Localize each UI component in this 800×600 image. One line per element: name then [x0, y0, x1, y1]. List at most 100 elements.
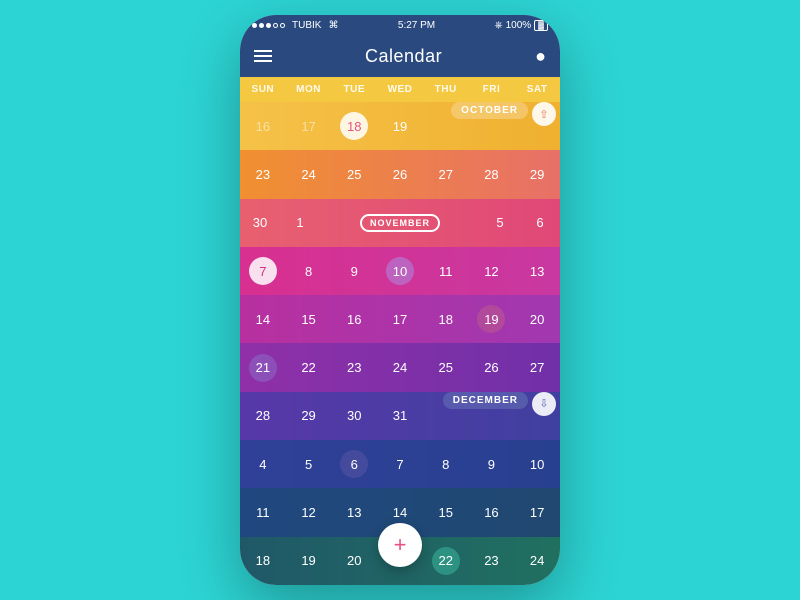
- hamburger-line-3: [254, 60, 272, 62]
- day-cell[interactable]: 14: [240, 295, 286, 343]
- day-cell[interactable]: 25: [331, 150, 377, 198]
- header-wed: WED: [377, 77, 423, 102]
- status-left: TUBIK ⌘: [252, 20, 338, 31]
- time-display: 5:27 PM: [398, 20, 435, 31]
- day-cell[interactable]: 18: [423, 295, 469, 343]
- day-cell[interactable]: 23: [331, 343, 377, 391]
- header-fri: FRI: [469, 77, 515, 102]
- day-cell[interactable]: 15: [286, 295, 332, 343]
- day-cell[interactable]: 19: [286, 537, 332, 585]
- day-cell[interactable]: 5: [480, 199, 520, 247]
- calendar-grid: 16 17 18 19 OCTOBER ⇧ 23 24 25 26 27 28 …: [240, 102, 560, 585]
- menu-button[interactable]: [254, 50, 272, 62]
- october-label: OCTOBER: [451, 102, 528, 119]
- day-cell[interactable]: 11: [240, 488, 286, 536]
- day-cell[interactable]: 7: [377, 440, 423, 488]
- day-cell[interactable]: 11: [423, 247, 469, 295]
- day-cell[interactable]: 28: [240, 392, 286, 440]
- day-cell[interactable]: 22: [286, 343, 332, 391]
- day-cell[interactable]: 20: [331, 537, 377, 585]
- day-cell[interactable]: 25: [423, 343, 469, 391]
- day-cell[interactable]: 17: [377, 295, 423, 343]
- day-cell[interactable]: 27: [423, 150, 469, 198]
- day-cell[interactable]: 29: [286, 392, 332, 440]
- status-bar: TUBIK ⌘ 5:27 PM ⎈ 100% ▓: [240, 15, 560, 35]
- dot-5: [280, 23, 285, 28]
- week-row-nov-2: 7 8 9 10 11 12 13: [240, 247, 560, 295]
- day-cell[interactable]: 6: [520, 199, 560, 247]
- day-cell[interactable]: 24: [514, 537, 560, 585]
- day-cell[interactable]: 17: [514, 488, 560, 536]
- day-cell-6[interactable]: 6: [331, 440, 377, 488]
- header-tue: TUE: [331, 77, 377, 102]
- day-cell[interactable]: 26: [377, 150, 423, 198]
- phone-frame: TUBIK ⌘ 5:27 PM ⎈ 100% ▓ Calendar ● SUN …: [240, 15, 560, 585]
- day-cell[interactable]: 4: [240, 440, 286, 488]
- day-cell[interactable]: 9: [469, 440, 515, 488]
- day-cell[interactable]: 17: [286, 102, 332, 150]
- day-cell[interactable]: 26: [469, 343, 515, 391]
- week-row-nov-1: 30 1 NOVEMBER 5 6: [240, 199, 560, 247]
- day-cell[interactable]: 10: [514, 440, 560, 488]
- dot-1: [252, 23, 257, 28]
- december-label: DECEMBER: [443, 392, 528, 409]
- day-cell-22[interactable]: 22: [423, 537, 469, 585]
- day-headers: SUN MON TUE WED THU FRI SAT: [240, 77, 560, 102]
- week-row-nov-4: 21 22 23 24 25 26 27: [240, 343, 560, 391]
- day-cell[interactable]: NOVEMBER: [360, 199, 440, 247]
- day-cell[interactable]: 23: [240, 150, 286, 198]
- header-mon: MON: [286, 77, 332, 102]
- day-cell[interactable]: 8: [423, 440, 469, 488]
- page-title: Calendar: [365, 46, 442, 67]
- day-cell-19[interactable]: 19: [469, 295, 515, 343]
- day-cell-18-selected[interactable]: 18: [331, 102, 377, 150]
- day-cell-7[interactable]: 7: [240, 247, 286, 295]
- nav-bar: Calendar ●: [240, 35, 560, 77]
- header-sat: SAT: [514, 77, 560, 102]
- day-cell[interactable]: 12: [469, 247, 515, 295]
- day-cell[interactable]: 30: [240, 199, 280, 247]
- dot-3: [266, 23, 271, 28]
- day-cell[interactable]: 20: [514, 295, 560, 343]
- wifi-icon: ⌘: [328, 20, 338, 31]
- day-cell[interactable]: 29: [514, 150, 560, 198]
- header-thu: THU: [423, 77, 469, 102]
- day-cell[interactable]: 9: [331, 247, 377, 295]
- day-cell[interactable]: 19: [377, 102, 423, 150]
- battery-icon: ▓: [534, 20, 548, 31]
- day-cell[interactable]: 5: [286, 440, 332, 488]
- day-cell[interactable]: 16: [469, 488, 515, 536]
- signal-dots: [252, 23, 285, 28]
- day-cell[interactable]: 16: [240, 102, 286, 150]
- day-cell[interactable]: 8: [286, 247, 332, 295]
- dot-4: [273, 23, 278, 28]
- status-right: ⎈ 100% ▓: [495, 20, 548, 31]
- october-chevron-up[interactable]: ⇧: [532, 102, 556, 126]
- day-cell[interactable]: 15: [423, 488, 469, 536]
- day-cell[interactable]: 18: [240, 537, 286, 585]
- hamburger-line-2: [254, 55, 272, 57]
- day-cell[interactable]: 23: [469, 537, 515, 585]
- december-chevron-down[interactable]: ⇩: [532, 392, 556, 416]
- day-cell-21[interactable]: 21: [240, 343, 286, 391]
- day-cell[interactable]: 12: [286, 488, 332, 536]
- day-cell[interactable]: 13: [514, 247, 560, 295]
- dot-2: [259, 23, 264, 28]
- day-cell[interactable]: 31: [377, 392, 423, 440]
- day-cell[interactable]: 1: [280, 199, 320, 247]
- calendar-container: SUN MON TUE WED THU FRI SAT 16 17 18 19 …: [240, 77, 560, 585]
- day-cell[interactable]: 13: [331, 488, 377, 536]
- day-cell[interactable]: 27: [514, 343, 560, 391]
- day-cell[interactable]: 24: [377, 343, 423, 391]
- day-cell-10[interactable]: 10: [377, 247, 423, 295]
- day-cell[interactable]: 30: [331, 392, 377, 440]
- day-cell[interactable]: 24: [286, 150, 332, 198]
- day-cell[interactable]: 28: [469, 150, 515, 198]
- header-sun: SUN: [240, 77, 286, 102]
- add-event-button[interactable]: +: [378, 523, 422, 567]
- november-label: NOVEMBER: [360, 214, 440, 232]
- day-cell[interactable]: [440, 199, 480, 247]
- day-cell[interactable]: [320, 199, 360, 247]
- search-icon[interactable]: ●: [535, 46, 546, 67]
- day-cell[interactable]: 16: [331, 295, 377, 343]
